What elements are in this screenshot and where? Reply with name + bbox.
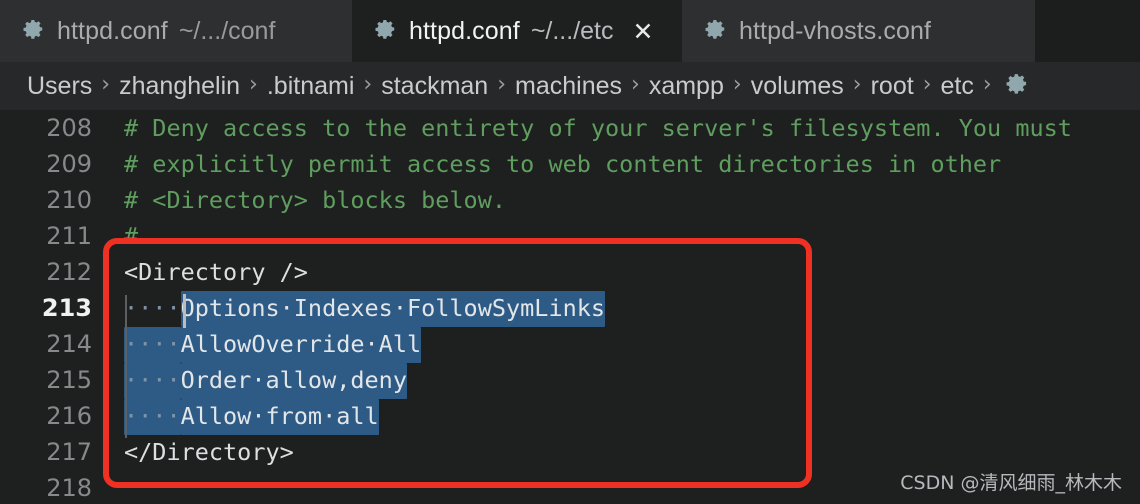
tab-path: ~/.../etc bbox=[530, 16, 614, 45]
breadcrumb-item-stackman[interactable]: stackman bbox=[381, 72, 488, 101]
line-content: # <Directory> blocks below. bbox=[124, 186, 507, 214]
code-line[interactable]: 209 # explicitly permit access to web co… bbox=[0, 146, 1140, 182]
line-content: ····Order·allow,deny bbox=[124, 363, 407, 399]
line-number: 213 bbox=[41, 294, 92, 322]
code-line[interactable]: 211 # bbox=[0, 218, 1140, 254]
line-number: 211 bbox=[46, 222, 92, 250]
code-line[interactable]: 215 ····Order·allow,deny bbox=[0, 362, 1140, 399]
selected-text: Options·Indexes·FollowSymLinks bbox=[180, 291, 606, 327]
chevron-right-icon: › bbox=[922, 72, 932, 97]
line-content: ····Allow·from·all bbox=[124, 399, 379, 435]
code-line[interactable]: 214 ····AllowOverride·All bbox=[0, 326, 1140, 363]
tab-path: ~/.../conf bbox=[178, 16, 276, 45]
indent-guide bbox=[125, 295, 127, 438]
breadcrumb-item-bitnami[interactable]: .bitnami bbox=[267, 72, 355, 101]
line-number: 216 bbox=[46, 402, 92, 430]
line-number: 209 bbox=[46, 150, 92, 178]
chevron-right-icon: › bbox=[631, 72, 640, 97]
breadcrumb-item-machines[interactable]: machines bbox=[515, 72, 622, 101]
code-line[interactable]: 210 # <Directory> blocks below. bbox=[0, 182, 1140, 218]
code-line[interactable]: 212 <Directory /> bbox=[0, 254, 1140, 290]
tab-httpd-conf-etc[interactable]: httpd.conf ~/.../etc ✕ bbox=[352, 0, 682, 62]
line-number: 210 bbox=[46, 186, 92, 214]
chevron-right-icon: › bbox=[497, 72, 507, 97]
indent-whitespace: ···· bbox=[124, 363, 181, 399]
line-number: 217 bbox=[46, 438, 92, 466]
tab-httpd-vhosts-conf[interactable]: httpd-vhosts.conf bbox=[682, 0, 1035, 62]
tab-bar: httpd.conf ~/.../conf httpd.conf ~/.../e… bbox=[0, 0, 1140, 62]
indent-whitespace: ···· bbox=[124, 327, 181, 363]
tab-title: httpd.conf bbox=[57, 16, 168, 45]
code-line[interactable]: 208 # Deny access to the entirety of you… bbox=[0, 110, 1140, 146]
tab-title: httpd.conf bbox=[409, 16, 520, 45]
gear-icon bbox=[22, 17, 46, 46]
chevron-right-icon: › bbox=[249, 72, 258, 97]
line-content: ····AllowOverride·All bbox=[124, 327, 422, 363]
indent-whitespace: ···· bbox=[124, 399, 181, 435]
chevron-right-icon: › bbox=[982, 72, 992, 97]
breadcrumb-item-root[interactable]: root bbox=[871, 72, 914, 101]
breadcrumb-item-etc[interactable]: etc bbox=[941, 72, 974, 101]
tab-httpd-conf-conf[interactable]: httpd.conf ~/.../conf bbox=[0, 0, 352, 62]
editor-window: httpd.conf ~/.../conf httpd.conf ~/.../e… bbox=[0, 0, 1140, 504]
chevron-right-icon: › bbox=[852, 72, 862, 97]
chevron-right-icon: › bbox=[363, 72, 373, 97]
line-content: </Directory> bbox=[124, 438, 294, 466]
breadcrumb-item-users[interactable]: Users bbox=[27, 72, 92, 101]
close-icon[interactable]: ✕ bbox=[633, 19, 654, 44]
line-number: 208 bbox=[46, 114, 92, 142]
breadcrumb-item-xampp[interactable]: xampp bbox=[649, 72, 724, 101]
line-number: 215 bbox=[46, 366, 92, 394]
text-caret bbox=[183, 294, 186, 328]
chevron-right-icon: › bbox=[732, 72, 742, 97]
line-number: 214 bbox=[46, 330, 92, 358]
gear-icon bbox=[704, 17, 728, 46]
watermark: CSDN @清风细雨_林木木 bbox=[900, 472, 1122, 494]
chevron-right-icon: › bbox=[101, 72, 111, 97]
line-number: 218 bbox=[46, 474, 92, 502]
line-content: <Directory /> bbox=[124, 258, 308, 286]
selected-text: Allow·from·all bbox=[180, 399, 379, 435]
breadcrumb-item-zhanghelin[interactable]: zhanghelin bbox=[119, 72, 240, 101]
tab-title: httpd-vhosts.conf bbox=[739, 16, 932, 45]
indent-whitespace: ···· bbox=[124, 294, 181, 322]
code-line-active[interactable]: 213 ····Options·Indexes·FollowSymLinks bbox=[0, 290, 1140, 327]
line-content: # explicitly permit access to web conten… bbox=[124, 150, 1002, 178]
line-content: # Deny access to the entirety of your se… bbox=[124, 114, 1072, 142]
gear-icon[interactable] bbox=[1005, 71, 1030, 101]
selected-text: AllowOverride·All bbox=[180, 327, 422, 363]
gear-icon bbox=[374, 17, 398, 46]
code-editor[interactable]: 208 # Deny access to the entirety of you… bbox=[0, 110, 1140, 504]
breadcrumb-item-volumes[interactable]: volumes bbox=[751, 72, 844, 101]
line-content: # bbox=[124, 222, 139, 250]
line-content: ····Options·Indexes·FollowSymLinks bbox=[124, 291, 606, 327]
breadcrumb: Users › zhanghelin › .bitnami › stackman… bbox=[0, 62, 1140, 110]
line-number: 212 bbox=[46, 258, 92, 286]
selected-text: Order·allow,deny bbox=[180, 363, 407, 399]
code-line[interactable]: 216 ····Allow·from·all bbox=[0, 398, 1140, 435]
code-line[interactable]: 217 </Directory> bbox=[0, 434, 1140, 470]
